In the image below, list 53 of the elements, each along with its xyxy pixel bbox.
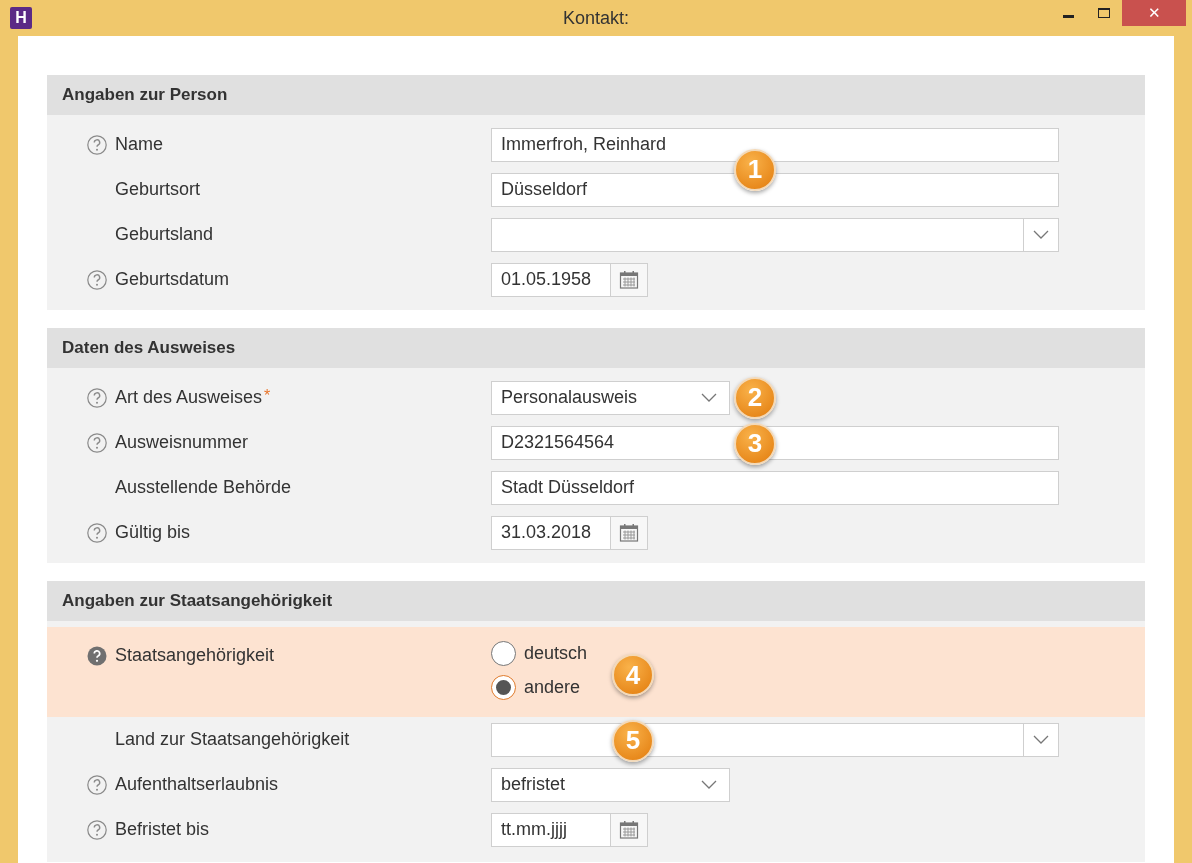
field-label: Aufenthaltserlaubnis — [115, 773, 279, 796]
field-label: Art des Ausweises — [115, 386, 263, 409]
field-label: Befristet bis — [115, 818, 210, 841]
required-mark: * — [264, 386, 271, 406]
calendar-button[interactable] — [611, 262, 648, 297]
section-header: Angaben zur Staatsangehörigkeit — [47, 581, 1145, 621]
chevron-down-icon — [1033, 229, 1049, 240]
radio-label[interactable]: andere — [524, 674, 581, 701]
field-label: Ausstellende Behörde — [115, 476, 292, 499]
radio-label[interactable]: deutsch — [524, 640, 588, 667]
help-icon[interactable] — [87, 432, 107, 453]
chevron-down-icon — [701, 392, 717, 403]
close-button[interactable]: ✕ — [1122, 0, 1186, 26]
help-icon[interactable] — [87, 134, 107, 155]
help-icon[interactable] — [87, 522, 107, 543]
radio-button[interactable] — [491, 641, 516, 666]
radio-button[interactable] — [491, 675, 516, 700]
callout-badge: 3 — [734, 422, 776, 465]
date-field[interactable]: 01.05.1958 — [491, 262, 611, 297]
calendar-icon — [619, 269, 639, 290]
dropdown[interactable]: Personalausweis — [491, 380, 730, 415]
calendar-icon — [619, 522, 639, 543]
calendar-button[interactable] — [611, 812, 648, 847]
select-field[interactable] — [491, 722, 1059, 757]
callout-badge: 2 — [734, 376, 776, 419]
text-field[interactable]: Stadt Düsseldorf — [491, 470, 1059, 505]
section-header: Daten des Ausweises — [47, 328, 1145, 368]
field-label: Gültig bis — [115, 521, 191, 544]
select-field[interactable] — [491, 217, 1059, 252]
field-label: Ausweisnummer — [115, 431, 249, 454]
help-icon[interactable] — [87, 387, 107, 408]
window-title: Kontakt: — [563, 6, 629, 30]
field-label: Staatsangehörigkeit — [115, 644, 275, 667]
app-icon: H — [10, 7, 32, 29]
field-label: Geburtsort — [115, 178, 201, 201]
chevron-down-icon — [1033, 734, 1049, 745]
calendar-button[interactable] — [611, 515, 648, 550]
section-header: Angaben zur Person — [47, 75, 1145, 115]
chevron-down-icon — [701, 779, 717, 790]
field-label: Land zur Staatsangehörigkeit — [115, 728, 350, 751]
field-label: Geburtsland — [115, 223, 214, 246]
help-icon[interactable] — [87, 645, 107, 666]
callout-badge: 4 — [612, 654, 654, 696]
date-field[interactable]: tt.mm.jjjj — [491, 812, 611, 847]
field-label: Name — [115, 133, 163, 156]
field-label: Geburtsdatum — [115, 268, 230, 291]
callout-badge: 5 — [612, 719, 654, 762]
help-icon[interactable] — [87, 819, 107, 840]
dropdown[interactable]: befristet — [491, 767, 730, 802]
help-icon[interactable] — [87, 774, 107, 795]
calendar-icon — [619, 819, 639, 840]
help-icon[interactable] — [87, 269, 107, 290]
date-field[interactable]: 31.03.2018 — [491, 515, 611, 550]
